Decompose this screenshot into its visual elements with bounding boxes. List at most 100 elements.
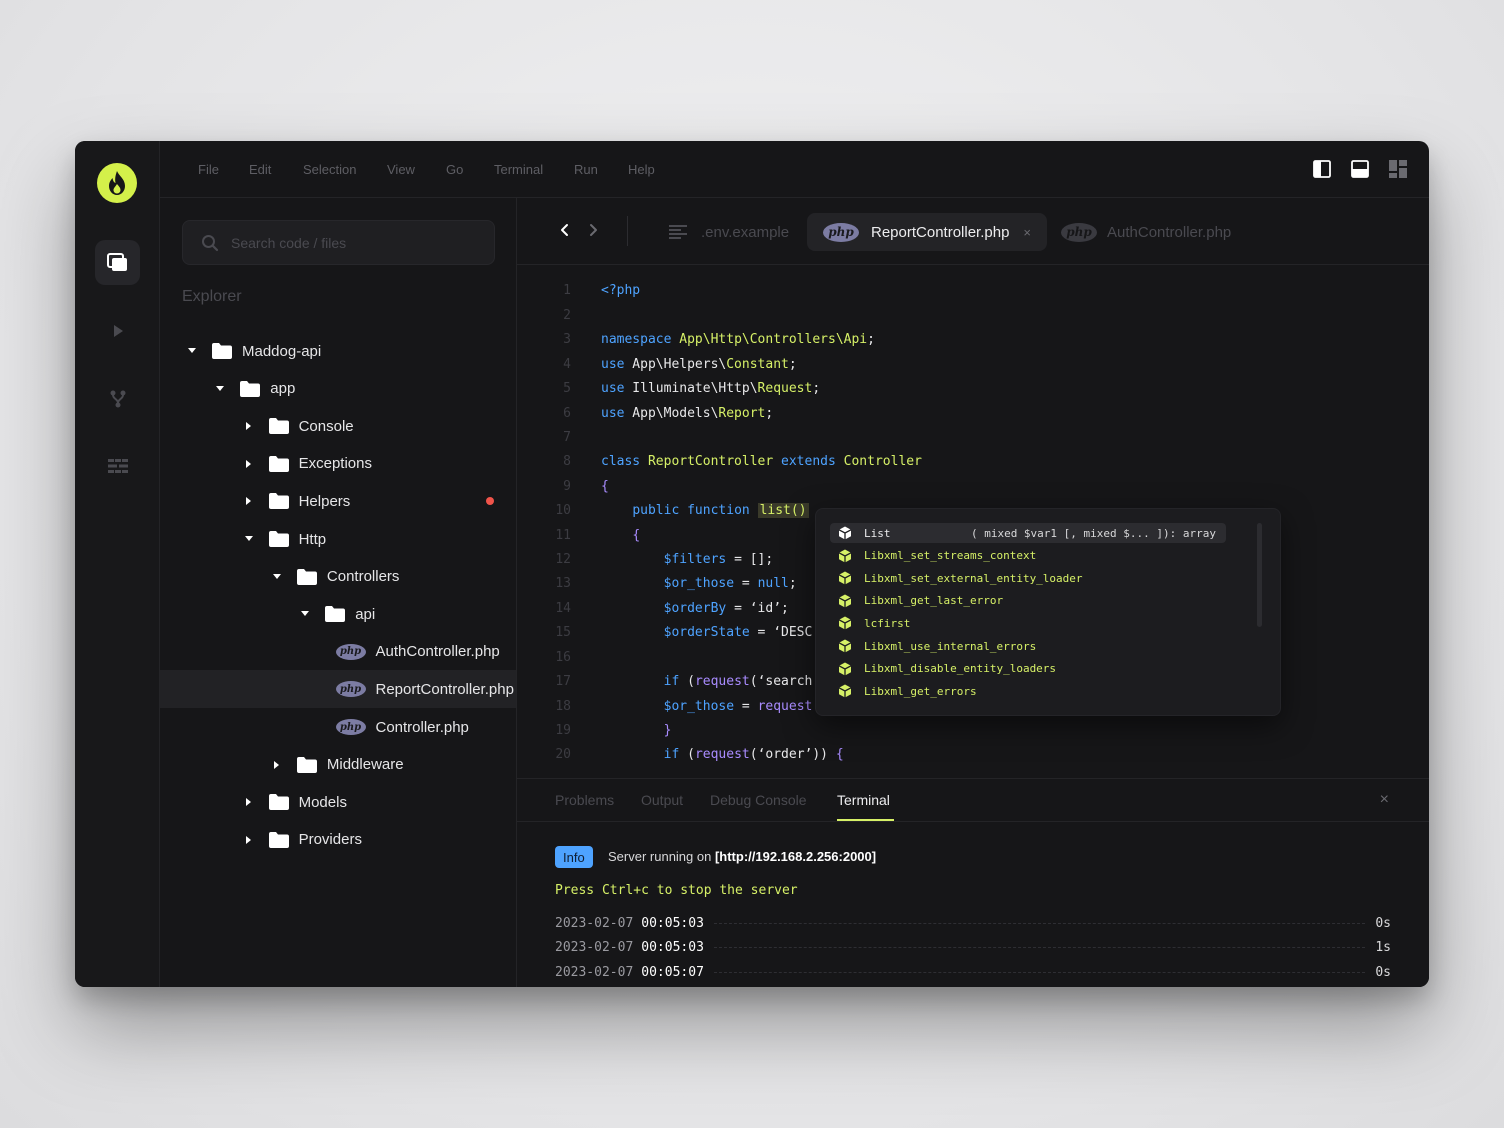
tree-folder[interactable]: api xyxy=(160,595,516,633)
tree-folder[interactable]: Exceptions xyxy=(160,445,516,483)
chevron-down-icon[interactable] xyxy=(186,348,198,354)
autocomplete-item[interactable]: Libxml_use_internal_errors xyxy=(830,636,1226,656)
autocomplete-item[interactable]: lcfirst xyxy=(830,613,1226,633)
menu-edit[interactable]: Edit xyxy=(249,162,271,177)
code-line: public function list() xyxy=(632,503,809,518)
folder-icon xyxy=(296,568,317,585)
run-play-icon[interactable] xyxy=(95,308,140,353)
tree-folder[interactable]: Middleware xyxy=(160,746,516,784)
chevron-down-icon[interactable] xyxy=(271,573,283,580)
autocomplete-item[interactable]: Libxml_get_last_error xyxy=(830,591,1226,611)
menu-terminal[interactable]: Terminal xyxy=(494,162,543,177)
tree-folder[interactable]: app xyxy=(160,370,516,408)
method-cube-icon xyxy=(838,571,852,585)
code-line: if (request(‘search xyxy=(663,674,813,689)
folder-icon xyxy=(325,606,346,623)
menu-help[interactable]: Help xyxy=(628,162,655,177)
tree-label: AuthController.php xyxy=(375,643,500,661)
tree-file[interactable]: php Controller.php xyxy=(160,708,516,746)
line-number: 13 xyxy=(555,576,571,591)
tree-label: Models xyxy=(298,793,347,811)
tree-folder[interactable]: Models xyxy=(160,783,516,821)
tree-folder[interactable]: Controllers xyxy=(160,558,516,596)
autocomplete-item[interactable]: Libxml_set_external_entity_loader xyxy=(830,568,1226,588)
chevron-down-icon[interactable] xyxy=(243,835,255,844)
tree-folder[interactable]: Maddog-api xyxy=(160,332,516,370)
tab-auth-controller[interactable]: php AuthController.php xyxy=(1045,213,1247,251)
panel-close-icon[interactable]: × xyxy=(1380,791,1389,809)
tree-folder[interactable]: Http xyxy=(160,520,516,558)
back-arrow-icon[interactable] xyxy=(557,222,573,238)
tab-label: AuthController.php xyxy=(1107,223,1232,241)
chevron-down-icon[interactable] xyxy=(214,385,226,392)
tree-label: api xyxy=(355,605,376,623)
code-line: use App\Helpers\Constant; xyxy=(601,357,797,372)
tab-debug-console[interactable]: Debug Console xyxy=(710,792,807,808)
method-cube-icon xyxy=(838,594,852,608)
code-editor[interactable]: 1 <?php 2 3 namespace App\Http\Controllers… xyxy=(517,265,1429,778)
chevron-down-icon[interactable] xyxy=(271,760,283,769)
folder-icon xyxy=(268,418,289,435)
explorer-files-icon[interactable] xyxy=(95,240,140,285)
source-control-branch-icon[interactable] xyxy=(95,376,140,421)
method-cube-icon xyxy=(838,662,852,676)
folder-icon xyxy=(212,343,232,359)
autocomplete-label: List xyxy=(864,526,891,540)
chevron-down-icon[interactable] xyxy=(243,459,255,468)
line-number: 15 xyxy=(555,625,571,640)
autocomplete-label: Libxml_use_internal_errors xyxy=(864,639,1037,653)
menu-run[interactable]: Run xyxy=(574,162,598,177)
menu-go[interactable]: Go xyxy=(446,162,463,177)
tree-file[interactable]: php ReportController.php xyxy=(160,670,516,709)
log-time: 00:05:03 xyxy=(641,915,704,931)
autocomplete-item[interactable]: Libxml_disable_entity_loaders xyxy=(830,659,1226,679)
forward-arrow-icon[interactable] xyxy=(585,222,601,238)
explorer-title: Explorer xyxy=(182,288,242,305)
menu-file[interactable]: File xyxy=(198,162,219,177)
method-cube-icon xyxy=(838,616,852,630)
tree-label: Exceptions xyxy=(298,455,372,473)
menu-selection[interactable]: Selection xyxy=(303,162,356,177)
layout-panel-icon[interactable] xyxy=(1351,160,1369,178)
log-date: 2023-02-07 xyxy=(555,915,634,931)
layout-sidebar-icon[interactable] xyxy=(1313,160,1331,178)
layout-grid-icon[interactable] xyxy=(1389,160,1407,178)
tree-folder[interactable]: Console xyxy=(160,407,516,445)
autocomplete-scrollbar[interactable] xyxy=(1257,523,1262,627)
code-line: { xyxy=(601,479,609,494)
method-cube-icon xyxy=(838,639,852,653)
chevron-down-icon[interactable] xyxy=(243,422,255,431)
search-input[interactable] xyxy=(231,234,471,251)
line-number: 10 xyxy=(555,503,571,518)
chevron-down-icon[interactable] xyxy=(243,497,255,506)
line-number: 20 xyxy=(555,747,571,762)
tree-folder[interactable]: Providers xyxy=(160,821,516,859)
log-leader xyxy=(713,922,1366,924)
tab-report-controller[interactable]: php ReportController.php × xyxy=(807,213,1048,251)
tab-label: .env.example xyxy=(701,223,790,241)
tree-label: Helpers xyxy=(298,492,351,510)
active-tab-indicator xyxy=(837,819,894,821)
tab-output[interactable]: Output xyxy=(641,792,683,808)
chevron-down-icon[interactable] xyxy=(243,798,255,807)
line-number: 17 xyxy=(555,674,571,689)
server-url[interactable]: [http://192.168.2.256:2000] xyxy=(715,849,876,864)
line-number: 2 xyxy=(563,308,571,323)
chevron-down-icon[interactable] xyxy=(243,536,255,542)
tab-env-example[interactable]: .env.example xyxy=(653,213,805,251)
tree-folder[interactable]: Helpers xyxy=(160,482,516,520)
autocomplete-item[interactable]: Libxml_set_streams_context xyxy=(830,546,1226,566)
tab-terminal[interactable]: Terminal xyxy=(837,792,890,808)
extensions-grid-icon[interactable] xyxy=(95,443,140,488)
tree-file[interactable]: php AuthController.php xyxy=(160,633,516,671)
info-badge: Info xyxy=(555,846,593,868)
tab-close-icon[interactable]: × xyxy=(1023,225,1031,240)
menu-view[interactable]: View xyxy=(387,162,415,177)
log-date: 2023-02-07 xyxy=(555,964,634,980)
chevron-down-icon[interactable] xyxy=(299,611,311,617)
code-line: $orderBy = ‘id’; xyxy=(663,601,789,616)
folder-icon xyxy=(268,493,289,510)
autocomplete-item[interactable]: List ( mixed $var1 [, mixed $... ]): arra… xyxy=(830,523,1226,543)
autocomplete-item[interactable]: Libxml_get_errors xyxy=(830,681,1226,701)
tab-problems[interactable]: Problems xyxy=(555,792,614,808)
